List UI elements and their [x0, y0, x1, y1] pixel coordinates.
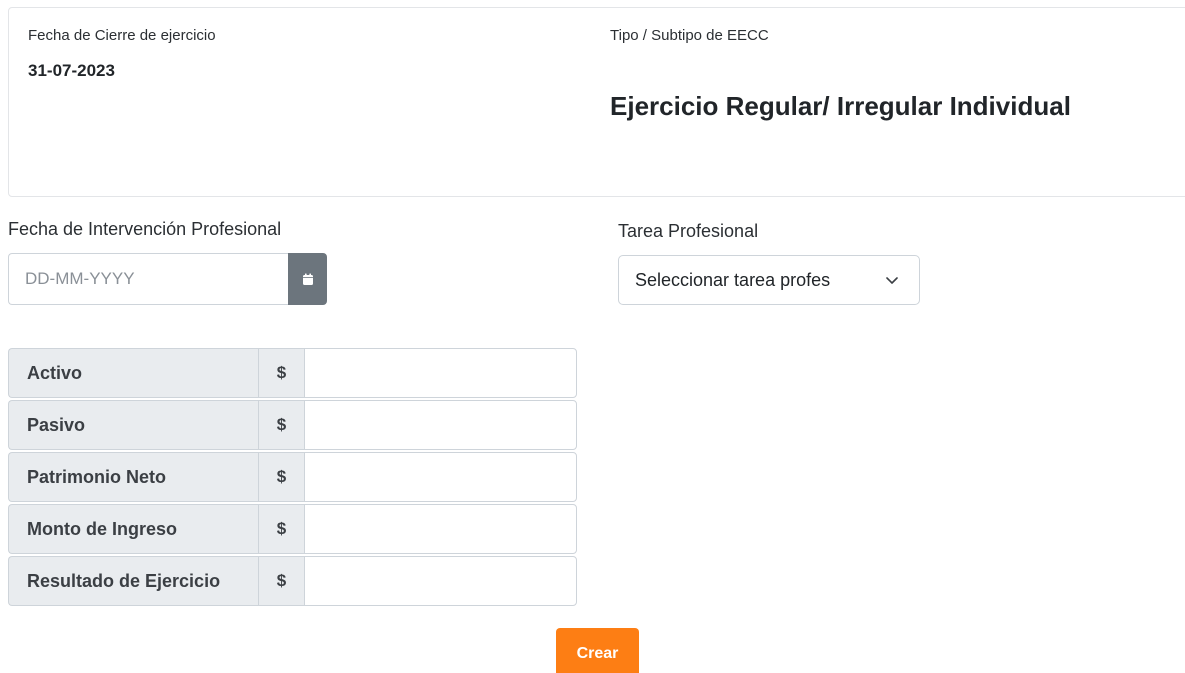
- intervencion-date-group: [8, 253, 327, 305]
- table-row: Patrimonio Neto $: [8, 452, 577, 502]
- currency-addon: $: [258, 504, 304, 554]
- patrimonio-neto-input[interactable]: [304, 452, 577, 502]
- resultado-ejercicio-input[interactable]: [304, 556, 577, 606]
- pasivo-input[interactable]: [304, 400, 577, 450]
- crear-button[interactable]: Crear: [556, 628, 639, 673]
- currency-addon: $: [258, 556, 304, 606]
- monto-ingreso-input[interactable]: [304, 504, 577, 554]
- cierre-label: Fecha de Cierre de ejercicio: [28, 27, 216, 44]
- row-label: Activo: [8, 348, 258, 398]
- calendar-button[interactable]: [288, 253, 327, 305]
- table-row: Activo $: [8, 348, 577, 398]
- currency-addon: $: [258, 400, 304, 450]
- calendar-icon: [302, 273, 313, 285]
- currency-addon: $: [258, 348, 304, 398]
- tarea-select-value: Seleccionar tarea profes: [635, 269, 831, 290]
- row-label: Monto de Ingreso: [8, 504, 258, 554]
- tarea-label: Tarea Profesional: [618, 221, 759, 241]
- tarea-select[interactable]: Seleccionar tarea profes: [618, 255, 920, 305]
- intervencion-label: Fecha de Intervención Profesional: [8, 219, 282, 239]
- cierre-value: 31-07-2023: [28, 61, 115, 80]
- row-label: Pasivo: [8, 400, 258, 450]
- table-row: Resultado de Ejercicio $: [8, 556, 577, 606]
- table-row: Pasivo $: [8, 400, 577, 450]
- currency-addon: $: [258, 452, 304, 502]
- intervencion-date-input[interactable]: [8, 253, 288, 305]
- chevron-down-icon: [886, 277, 898, 284]
- table-row: Monto de Ingreso $: [8, 504, 577, 554]
- tipo-label: Tipo / Subtipo de EECC: [610, 27, 769, 44]
- tipo-value: Ejercicio Regular/ Irregular Individual: [610, 91, 1071, 121]
- row-label: Patrimonio Neto: [8, 452, 258, 502]
- activo-input[interactable]: [304, 348, 577, 398]
- form-page: Fecha de Cierre de ejercicio 31-07-2023 …: [0, 0, 1185, 673]
- row-label: Resultado de Ejercicio: [8, 556, 258, 606]
- financial-values-table: Activo $ Pasivo $ Patrimonio Neto $ Mont…: [8, 348, 577, 608]
